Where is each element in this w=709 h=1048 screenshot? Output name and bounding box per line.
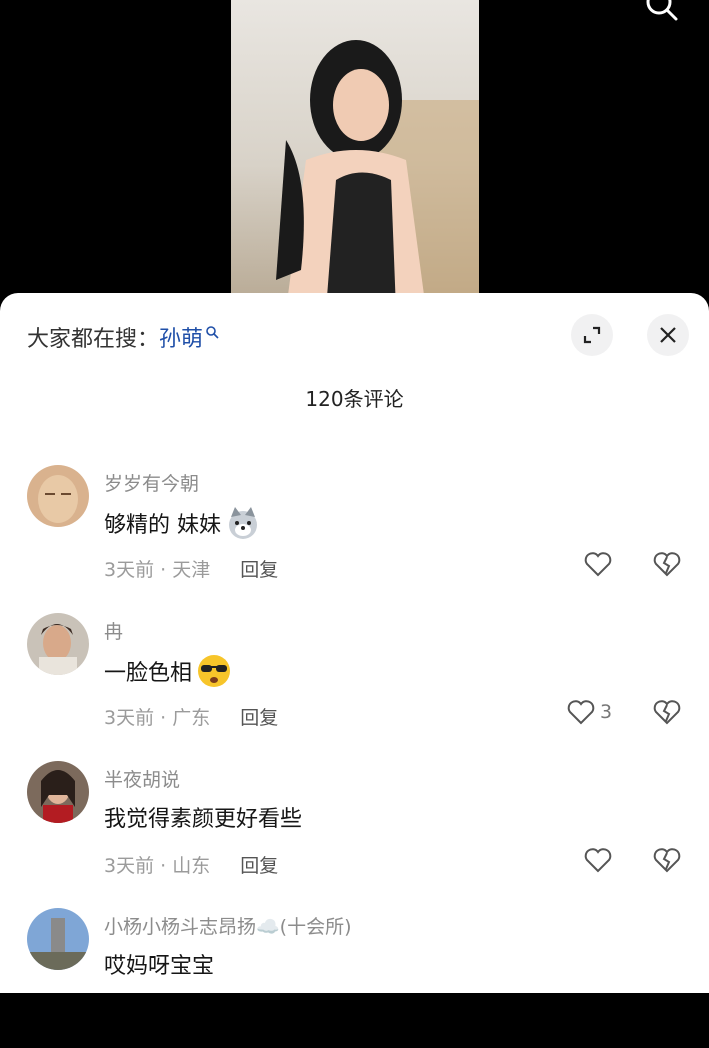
comment-item: 小杨小杨斗志昂扬☁️(十会所) 哎妈呀宝宝 (0, 908, 709, 1048)
like-button[interactable]: 3 (566, 697, 612, 727)
comment-username[interactable]: 岁岁有今朝 (104, 469, 199, 496)
video-frame[interactable] (231, 0, 479, 300)
search-icon[interactable] (643, 0, 679, 22)
comment-meta: 3天前 · 天津 回复 (104, 555, 278, 582)
expand-button[interactable] (571, 314, 613, 356)
wolf-emoji-icon (229, 507, 257, 539)
heart-icon (584, 552, 612, 577)
comment-username[interactable]: 小杨小杨斗志昂扬☁️(十会所) (104, 912, 351, 939)
heart-icon (567, 700, 595, 725)
broken-heart-icon[interactable] (652, 697, 682, 727)
hot-search-bar[interactable]: 大家都在搜： 孙萌 (27, 321, 219, 353)
reply-button[interactable]: 回复 (240, 851, 278, 878)
close-icon (660, 327, 676, 343)
comment-text-content: 我觉得素颜更好看些 (104, 807, 303, 832)
like-button[interactable] (583, 549, 617, 579)
comment-text: 我觉得素颜更好看些 (104, 801, 302, 833)
person-figure (276, 40, 425, 300)
heart-icon (584, 848, 612, 873)
broken-heart-icon[interactable] (652, 549, 682, 579)
comment-meta: 3天前 · 广东 回复 (104, 703, 278, 730)
broken-heart-icon[interactable] (652, 845, 682, 875)
close-button[interactable] (647, 314, 689, 356)
like-count: 3 (600, 701, 613, 723)
comment-text-content: 够精的 妹妹 (104, 513, 221, 538)
comment-text-content: 一脸色相 (104, 661, 193, 686)
comment-item: 半夜胡说 我觉得素颜更好看些 3天前 · 山东 回复 (0, 761, 709, 901)
video-player[interactable] (0, 0, 709, 300)
like-button[interactable] (583, 845, 617, 875)
hot-search-term[interactable]: 孙萌 (159, 321, 203, 353)
reply-button[interactable]: 回复 (240, 703, 278, 730)
expand-icon (583, 326, 601, 344)
comment-item: 冉 一脸色相 3天前 · 广东 回复 3 (0, 613, 709, 753)
search-icon (206, 326, 219, 339)
comment-text: 哎妈呀宝宝 (104, 948, 214, 980)
avatar[interactable] (27, 613, 89, 675)
avatar[interactable] (27, 908, 89, 970)
comment-meta: 3天前 · 山东 回复 (104, 851, 278, 878)
comment-time-location: 3天前 · 广东 (104, 707, 211, 729)
comment-username[interactable]: 冉 (104, 617, 123, 644)
reply-button[interactable]: 回复 (240, 555, 278, 582)
comment-text: 够精的 妹妹 (104, 505, 261, 541)
comment-time-location: 3天前 · 山东 (104, 855, 211, 877)
comment-count: 120条评论 (305, 387, 404, 411)
comment-text-content: 哎妈呀宝宝 (104, 954, 215, 979)
comment-username[interactable]: 半夜胡说 (104, 765, 180, 792)
avatar[interactable] (27, 761, 89, 823)
hot-search-prefix: 大家都在搜： (27, 327, 160, 352)
sunglasses-emoji-icon (198, 655, 231, 687)
comment-item: 岁岁有今朝 够精的 妹妹 3天前 · 天津 回复 (0, 465, 709, 605)
avatar[interactable] (27, 465, 89, 527)
comment-time-location: 3天前 · 天津 (104, 559, 211, 581)
comments-panel: 大家都在搜： 孙萌 120条评论 岁岁有今朝 够精的 妹妹 3天前 · 天津 回… (0, 293, 709, 993)
comment-text: 一脸色相 (104, 653, 232, 689)
